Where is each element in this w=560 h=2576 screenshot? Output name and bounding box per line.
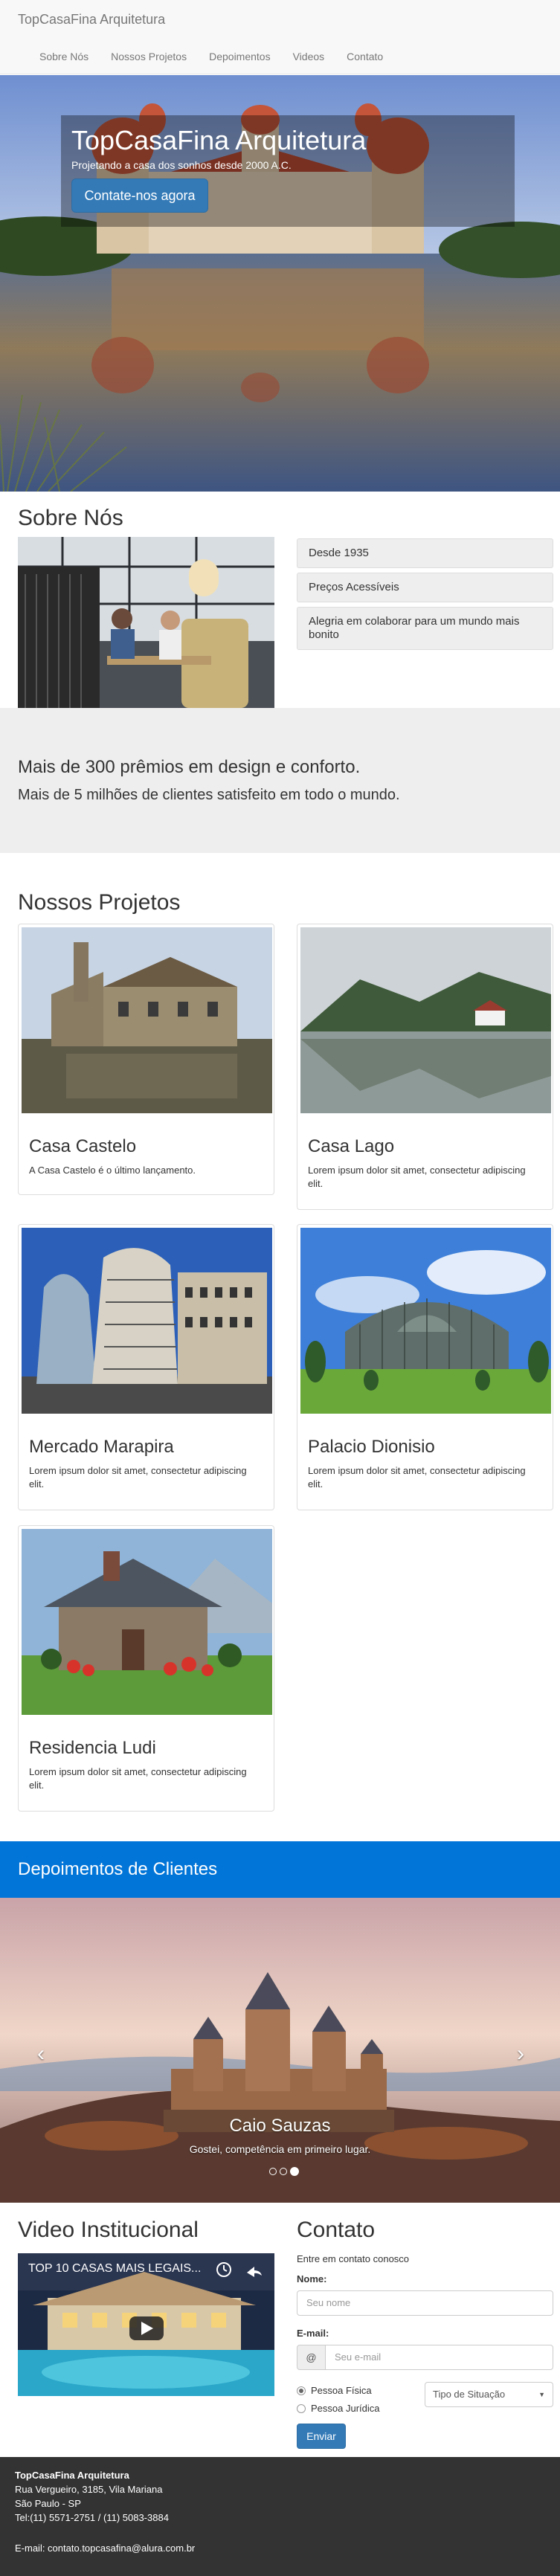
hero-title: TopCasaFina Arquitetura xyxy=(71,125,367,155)
name-label: Nome: xyxy=(297,2273,327,2284)
project-image xyxy=(300,927,551,1113)
project-title: Casa Castelo xyxy=(29,1136,137,1156)
footer-phone: Tel:(11) 5571-2751 / (11) 5083-3884 xyxy=(15,2512,169,2523)
video-title: TOP 10 CASAS MAIS LEGAIS... xyxy=(28,2262,202,2275)
contact-subtitle: Entre em contato conosco xyxy=(297,2253,410,2264)
project-description: A Casa Castelo é o último lançamento. xyxy=(29,1165,196,1176)
nav-links: Sobre Nós Nossos Projetos Depoimentos Vi… xyxy=(28,49,394,64)
carousel-prev-icon[interactable]: ‹ xyxy=(37,2041,45,2067)
list-item: Desde 1935 xyxy=(297,538,553,568)
radio-pessoa-fisica[interactable] xyxy=(297,2386,306,2395)
contact-us-button[interactable]: Contate-nos agora xyxy=(71,178,208,213)
testimonial-text: Gostei, competência em primeiro lugar. xyxy=(189,2143,371,2155)
project-image xyxy=(22,927,272,1113)
video-section-title: Video Institucional xyxy=(18,2218,199,2242)
highlights-section xyxy=(0,708,560,853)
email-label: E-mail: xyxy=(297,2328,329,2339)
brand-link[interactable]: TopCasaFina Arquitetura xyxy=(18,12,165,28)
sobre-list: Desde 1935 Preços Acessíveis Alegria em … xyxy=(297,538,553,654)
carousel-next-icon[interactable]: › xyxy=(517,2041,524,2067)
carousel-indicators xyxy=(269,2167,299,2176)
carousel-dot[interactable] xyxy=(269,2168,277,2175)
project-card-palacio-dionisio[interactable]: Palacio Dionisio Lorem ipsum dolor sit a… xyxy=(297,1224,553,1510)
footer-street: Rua Vergueiro, 3185, Vila Mariana xyxy=(15,2484,163,2495)
list-item: Alegria em colaborar para um mundo mais … xyxy=(297,607,553,650)
contact-title: Contato xyxy=(297,2218,376,2242)
project-image xyxy=(22,1529,272,1715)
list-item: Preços Acessíveis xyxy=(297,573,553,602)
footer-email: E-mail: contato.topcasafina@alura.com.br xyxy=(15,2543,196,2554)
nav-link-depoimentos[interactable]: Depoimentos xyxy=(198,49,282,64)
situation-select-value: Tipo de Situação xyxy=(433,2389,506,2400)
sobre-image xyxy=(18,537,274,708)
project-image xyxy=(22,1228,272,1414)
project-description: Lorem ipsum dolor sit amet, consectetur … xyxy=(29,1766,247,1791)
radio-pessoa-fisica-label: Pessoa Física xyxy=(311,2385,372,2396)
project-title: Mercado Marapira xyxy=(29,1437,174,1457)
send-button[interactable]: Enviar xyxy=(297,2424,346,2449)
project-card-casa-lago[interactable]: Casa Lago Lorem ipsum dolor sit amet, co… xyxy=(297,924,553,1210)
email-addon: @ xyxy=(297,2345,326,2370)
email-input[interactable]: Seu e-mail xyxy=(325,2345,553,2370)
nav-link-videos[interactable]: Videos xyxy=(282,49,336,64)
project-card-mercado-marapira[interactable]: Mercado Marapira Lorem ipsum dolor sit a… xyxy=(18,1224,274,1510)
sobre-title: Sobre Nós xyxy=(18,506,123,530)
project-title: Palacio Dionisio xyxy=(308,1437,435,1457)
project-description: Lorem ipsum dolor sit amet, consectetur … xyxy=(308,1165,526,1189)
highlight-clients: Mais de 5 milhões de clientes satisfeito… xyxy=(18,787,400,803)
projetos-title: Nossos Projetos xyxy=(18,890,181,915)
project-title: Residencia Ludi xyxy=(29,1738,156,1758)
chevron-down-icon: ▼ xyxy=(538,2391,545,2398)
radio-pessoa-juridica[interactable] xyxy=(297,2404,306,2413)
radio-pessoa-juridica-label: Pessoa Jurídica xyxy=(311,2403,380,2414)
nav-link-sobre[interactable]: Sobre Nós xyxy=(28,49,100,64)
footer-city: São Paulo - SP xyxy=(15,2498,81,2509)
project-card-casa-castelo[interactable]: Casa Castelo A Casa Castelo é o último l… xyxy=(18,924,274,1195)
depoimentos-title: Depoimentos de Clientes xyxy=(18,1859,218,1879)
project-title: Casa Lago xyxy=(308,1136,395,1156)
situation-select[interactable]: Tipo de Situação ▼ xyxy=(425,2382,553,2407)
project-image xyxy=(300,1228,551,1414)
video-player[interactable]: TOP 10 CASAS MAIS LEGAIS... xyxy=(18,2253,274,2396)
project-description: Lorem ipsum dolor sit amet, consectetur … xyxy=(29,1465,247,1490)
nav-link-projetos[interactable]: Nossos Projetos xyxy=(100,49,198,64)
carousel-dot-active[interactable] xyxy=(290,2167,299,2176)
hero-subtitle: Projetando a casa dos sonhos desde 2000 … xyxy=(71,159,292,171)
footer-company: TopCasaFina Arquitetura xyxy=(15,2470,129,2481)
project-description: Lorem ipsum dolor sit amet, consectetur … xyxy=(308,1465,526,1490)
testimonial-carousel[interactable] xyxy=(0,1898,560,2203)
highlight-awards: Mais de 300 prêmios em design e conforto… xyxy=(18,757,361,777)
name-input[interactable]: Seu nome xyxy=(297,2290,553,2316)
project-card-residencia-ludi[interactable]: Residencia Ludi Lorem ipsum dolor sit am… xyxy=(18,1525,274,1812)
testimonial-name: Caio Sauzas xyxy=(229,2116,331,2136)
navbar: TopCasaFina Arquitetura Sobre Nós Nossos… xyxy=(0,0,560,74)
carousel-dot[interactable] xyxy=(280,2168,287,2175)
nav-link-contato[interactable]: Contato xyxy=(335,49,394,64)
